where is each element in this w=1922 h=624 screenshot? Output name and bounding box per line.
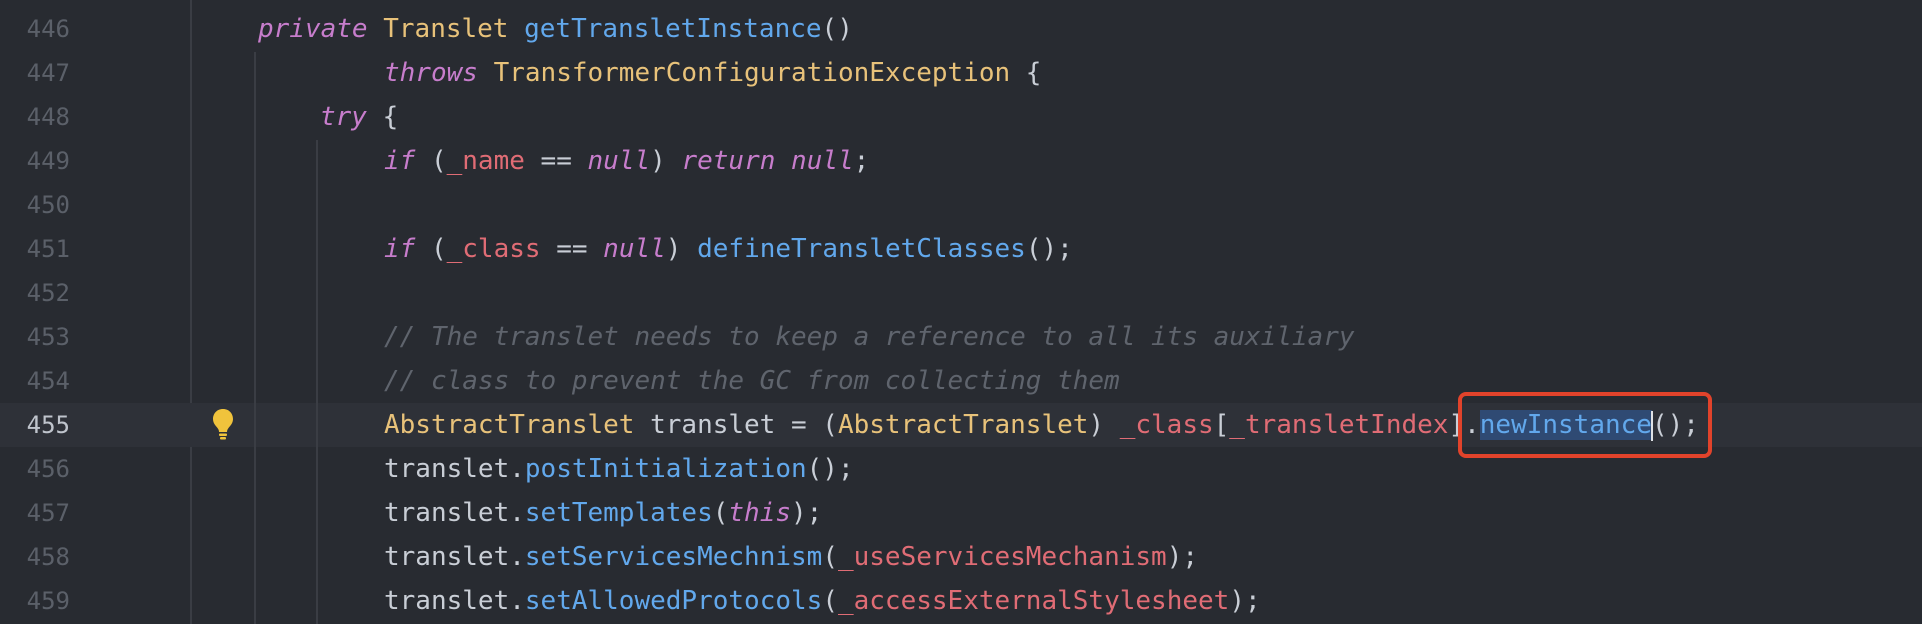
code-token: _class — [446, 234, 541, 264]
line-number[interactable]: 458 — [0, 535, 70, 579]
code-token: ) — [1088, 410, 1120, 440]
code-token: AbstractTranslet — [837, 410, 1089, 440]
code-token: _class — [1119, 410, 1214, 440]
line-number[interactable]: 454 — [0, 359, 70, 403]
code-token: postInitialization — [524, 454, 807, 484]
code-line[interactable]: 449 if (_name == null) return null; — [0, 139, 1922, 183]
code-token: TransformerConfigurationException — [493, 58, 1011, 88]
code-token: _name — [446, 146, 525, 176]
code-token: _useServicesMechanism — [837, 542, 1167, 572]
line-number[interactable]: 446 — [0, 7, 70, 51]
code-token: Translet — [383, 14, 509, 44]
code-line[interactable]: 446 private Translet getTransletInstance(… — [0, 7, 1922, 51]
code-line[interactable]: 451 if (_class == null) defineTransletCla… — [0, 227, 1922, 271]
code-line[interactable]: 447 throws TransformerConfigurationExcept… — [0, 51, 1922, 95]
code-token: // class to prevent the GC from collecti… — [384, 366, 1120, 396]
line-number[interactable]: 449 — [0, 139, 70, 183]
code-token: setServicesMechnism — [524, 542, 823, 572]
code-text[interactable]: throws TransformerConfigurationException… — [384, 51, 1041, 95]
code-line[interactable]: 457 translet.setTemplates(this); — [0, 491, 1922, 535]
code-token: throws — [384, 58, 478, 88]
code-token: setAllowedProtocols — [524, 586, 823, 616]
annotation-highlight-box — [1458, 392, 1712, 458]
code-token: getTransletInstance — [524, 14, 822, 44]
code-token: null — [603, 234, 666, 264]
line-number[interactable]: 459 — [0, 579, 70, 623]
code-token: { — [366, 102, 399, 132]
code-token: ); — [1166, 542, 1199, 572]
code-token: translet = ( — [634, 410, 838, 440]
code-token: ) — [650, 146, 682, 176]
code-token: translet. — [384, 586, 525, 616]
code-token: == — [540, 234, 604, 264]
code-token: AbstractTranslet — [384, 410, 635, 440]
code-token: null — [587, 146, 651, 176]
code-text[interactable]: if (_name == null) return null; — [384, 139, 869, 183]
code-text[interactable]: try { — [320, 95, 398, 139]
line-number[interactable]: 453 — [0, 315, 70, 359]
code-token: { — [1010, 58, 1042, 88]
code-text[interactable]: // The translet needs to keep a referenc… — [384, 315, 1355, 359]
code-text[interactable]: translet.setTemplates(this); — [384, 491, 822, 535]
code-line[interactable]: 450 — [0, 183, 1922, 227]
code-token: translet. — [384, 498, 525, 528]
code-token: ) — [665, 234, 698, 264]
code-token: (); — [806, 454, 854, 484]
code-line[interactable]: 459 translet.setAllowedProtocols(_accessE… — [0, 579, 1922, 623]
code-token: if — [384, 234, 416, 264]
line-number[interactable]: 451 — [0, 227, 70, 271]
code-token: ; — [853, 146, 870, 176]
code-token: ( — [822, 586, 838, 616]
code-editor[interactable]: 446 private Translet getTransletInstance(… — [0, 0, 1922, 624]
code-token: ); — [1229, 586, 1261, 616]
code-token: ( — [822, 542, 838, 572]
line-number[interactable]: 457 — [0, 491, 70, 535]
code-token: defineTransletClasses — [697, 234, 1026, 264]
code-text[interactable]: if (_class == null) defineTransletClasse… — [384, 227, 1073, 271]
code-line[interactable]: 448 try { — [0, 95, 1922, 139]
code-text[interactable]: // class to prevent the GC from collecti… — [384, 359, 1120, 403]
code-line[interactable]: 453 // The translet needs to keep a refer… — [0, 315, 1922, 359]
code-token: ); — [791, 498, 823, 528]
code-token: == — [524, 146, 588, 176]
code-token: _transletIndex — [1229, 410, 1449, 440]
code-token: private — [258, 14, 368, 44]
code-token: setTemplates — [524, 498, 713, 528]
code-token: if — [384, 146, 416, 176]
line-number[interactable]: 450 — [0, 183, 70, 227]
code-text[interactable]: translet.setServicesMechnism(_useService… — [384, 535, 1198, 579]
line-number[interactable]: 448 — [0, 95, 70, 139]
code-token: [ — [1213, 410, 1230, 440]
code-token: ( — [415, 146, 447, 176]
code-line[interactable]: 458 translet.setServicesMechnism(_useServ… — [0, 535, 1922, 579]
code-text[interactable]: private Translet getTransletInstance() — [258, 7, 853, 51]
line-number[interactable]: 447 — [0, 51, 70, 95]
line-number[interactable]: 452 — [0, 271, 70, 315]
code-token: ( — [712, 498, 729, 528]
code-token: translet. — [384, 542, 525, 572]
code-token: null — [791, 146, 854, 176]
code-token: // The translet needs to keep a referenc… — [384, 322, 1355, 352]
code-token: _accessExternalStylesheet — [837, 586, 1230, 616]
line-number[interactable]: 455 — [0, 403, 70, 447]
code-token: return — [681, 146, 776, 176]
code-token: translet. — [384, 454, 525, 484]
line-number[interactable]: 456 — [0, 447, 70, 491]
code-token: () — [821, 14, 853, 44]
code-token: (); — [1025, 234, 1073, 264]
code-token: try — [320, 102, 367, 132]
lightbulb-icon[interactable] — [211, 407, 235, 441]
code-line[interactable]: 452 — [0, 271, 1922, 315]
code-token: ( — [415, 234, 447, 264]
code-text[interactable]: translet.postInitialization(); — [384, 447, 854, 491]
code-text[interactable]: translet.setAllowedProtocols(_accessExte… — [384, 579, 1261, 623]
code-token: this — [728, 498, 792, 528]
